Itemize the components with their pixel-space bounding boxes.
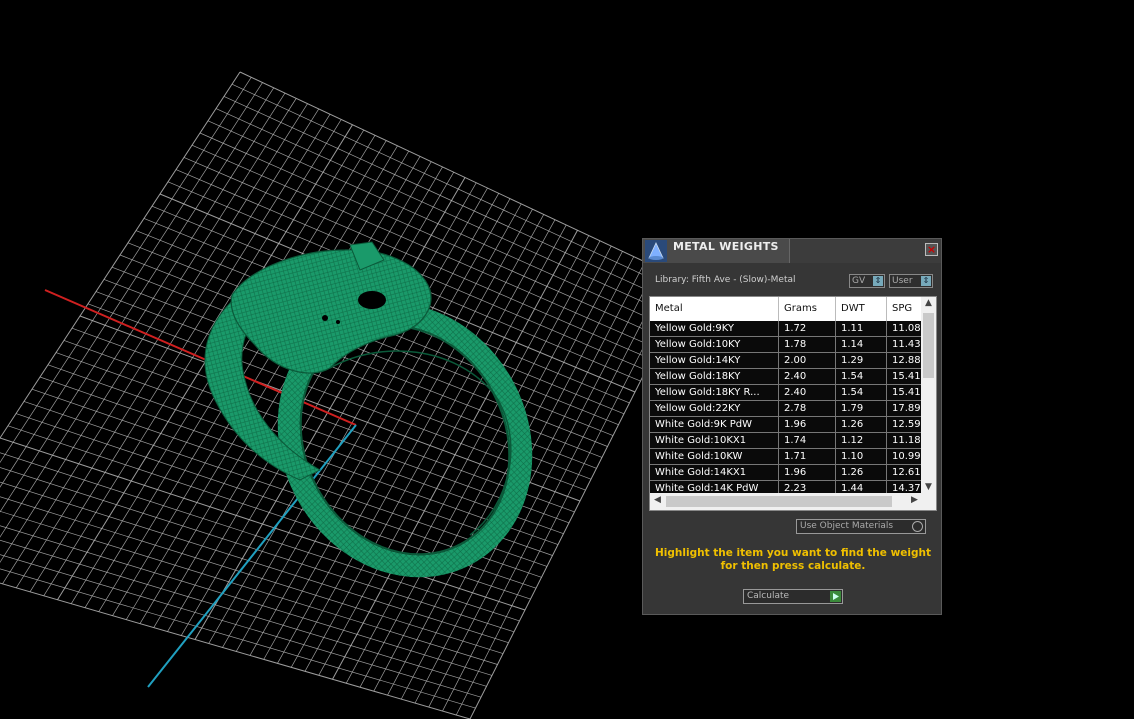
- grams-cell: 1.72: [779, 321, 836, 337]
- dwt-cell: 1.12: [836, 433, 887, 449]
- grid-line: [0, 525, 493, 676]
- grams-cell: 2.40: [779, 369, 836, 385]
- ground-grid: [0, 71, 691, 719]
- metal-cell: White Gold:10KX1: [650, 433, 779, 449]
- gv-dropdown-label: GV: [852, 276, 866, 286]
- close-icon[interactable]: ×: [925, 243, 938, 256]
- dwt-cell: 1.11: [836, 321, 887, 337]
- table-row[interactable]: Yellow Gold:22KY 2.78 1.79 17.89: [650, 401, 922, 417]
- calculate-label: Calculate: [747, 591, 790, 601]
- header-metal[interactable]: Metal: [650, 297, 779, 321]
- hint-text: Highlight the item you want to find the …: [655, 547, 931, 572]
- metal-weights-panel: METAL WEIGHTS × Library: Fifth Ave - (Sl…: [642, 238, 942, 615]
- horizontal-scrollbar[interactable]: ◀ ▶: [650, 493, 936, 510]
- dropdown-arrow-icon: ⇕: [873, 276, 883, 286]
- grams-cell: 1.96: [779, 417, 836, 433]
- metal-cell: Yellow Gold:18KY R...: [650, 385, 779, 401]
- spg-cell: 11.18: [887, 433, 922, 449]
- dwt-cell: 1.79: [836, 401, 887, 417]
- dwt-cell: 1.26: [836, 417, 887, 433]
- table-row[interactable]: White Gold:10KW 1.71 1.10 10.99: [650, 449, 922, 465]
- header-grams[interactable]: Grams: [779, 297, 836, 321]
- spg-cell: 12.88: [887, 353, 922, 369]
- vertical-scrollbar[interactable]: ▲ ▼: [921, 297, 936, 493]
- grams-cell: 2.00: [779, 353, 836, 369]
- table-header: Metal Grams DWT SPG: [650, 297, 922, 321]
- spg-cell: 15.41: [887, 369, 922, 385]
- grams-cell: 2.78: [779, 401, 836, 417]
- table-row[interactable]: Yellow Gold:9KY 1.72 1.11 11.08: [650, 321, 922, 337]
- spg-cell: 17.89: [887, 401, 922, 417]
- user-dropdown[interactable]: User ⇕: [889, 274, 933, 288]
- library-label: Library: Fifth Ave - (Slow)-Metal: [655, 275, 796, 285]
- spg-cell: 10.99: [887, 449, 922, 465]
- grams-cell: 1.96: [779, 465, 836, 481]
- metal-cell: White Gold:14KX1: [650, 465, 779, 481]
- table-row[interactable]: White Gold:10KX1 1.74 1.12 11.18: [650, 433, 922, 449]
- spg-cell: 15.41: [887, 385, 922, 401]
- dwt-cell: 1.10: [836, 449, 887, 465]
- spg-cell: 11.08: [887, 321, 922, 337]
- cone-app-icon: [645, 240, 667, 262]
- metal-cell: Yellow Gold:18KY: [650, 369, 779, 385]
- dwt-cell: 1.44: [836, 481, 887, 493]
- spg-cell: 14.37: [887, 481, 922, 493]
- table-body: Yellow Gold:9KY 1.72 1.11 11.08 Yellow Gold:…: [650, 321, 922, 493]
- scroll-up-icon[interactable]: ▲: [921, 298, 936, 308]
- metal-cell: Yellow Gold:9KY: [650, 321, 779, 337]
- metal-cell: Yellow Gold:14KY: [650, 353, 779, 369]
- scroll-left-icon[interactable]: ◀: [650, 495, 665, 505]
- user-dropdown-label: User: [892, 276, 913, 286]
- grams-cell: 2.23: [779, 481, 836, 493]
- metal-cell: White Gold:10KW: [650, 449, 779, 465]
- metal-cell: Yellow Gold:10KY: [650, 337, 779, 353]
- 3d-viewport[interactable]: [0, 0, 1134, 719]
- table-row[interactable]: Yellow Gold:18KY R... 2.40 1.54 15.41: [650, 385, 922, 401]
- dwt-cell: 1.54: [836, 385, 887, 401]
- ring-model[interactable]: [204, 241, 565, 607]
- use-object-materials-label: Use Object Materials: [800, 521, 894, 531]
- dwt-cell: 1.14: [836, 337, 887, 353]
- header-dwt[interactable]: DWT: [836, 297, 887, 321]
- spg-cell: 12.61: [887, 465, 922, 481]
- dwt-cell: 1.29: [836, 353, 887, 369]
- title-tab: METAL WEIGHTS: [643, 239, 790, 263]
- horizontal-scroll-thumb[interactable]: [666, 496, 892, 507]
- panel-title: METAL WEIGHTS: [673, 240, 779, 253]
- table-row[interactable]: White Gold:9K PdW 1.96 1.26 12.59: [650, 417, 922, 433]
- metal-table[interactable]: Metal Grams DWT SPG Yellow Gold:9KY 1.72 1…: [649, 296, 937, 511]
- spg-cell: 11.43: [887, 337, 922, 353]
- metal-cell: White Gold:9K PdW: [650, 417, 779, 433]
- table-row[interactable]: White Gold:14K PdW 2.23 1.44 14.37: [650, 481, 922, 493]
- z-axis-line: [147, 424, 357, 688]
- dwt-cell: 1.26: [836, 465, 887, 481]
- dropdown-arrow-icon: ⇕: [921, 276, 931, 286]
- table-row[interactable]: Yellow Gold:18KY 2.40 1.54 15.41: [650, 369, 922, 385]
- spg-cell: 12.59: [887, 417, 922, 433]
- metal-cell: Yellow Gold:22KY: [650, 401, 779, 417]
- grams-cell: 1.71: [779, 449, 836, 465]
- table-row[interactable]: Yellow Gold:14KY 2.00 1.29 12.88: [650, 353, 922, 369]
- use-object-materials-toggle[interactable]: Use Object Materials: [796, 519, 926, 534]
- panel-titlebar[interactable]: METAL WEIGHTS ×: [643, 239, 941, 263]
- scroll-down-icon[interactable]: ▼: [921, 482, 936, 492]
- vertical-scroll-thumb[interactable]: [923, 313, 934, 378]
- grams-cell: 1.78: [779, 337, 836, 353]
- grams-cell: 1.74: [779, 433, 836, 449]
- play-icon: [830, 591, 841, 602]
- toggle-indicator-icon: [912, 521, 923, 532]
- dwt-cell: 1.54: [836, 369, 887, 385]
- grams-cell: 2.40: [779, 385, 836, 401]
- gv-dropdown[interactable]: GV ⇕: [849, 274, 885, 288]
- scroll-right-icon[interactable]: ▶: [907, 495, 922, 505]
- metal-cell: White Gold:14K PdW: [650, 481, 779, 493]
- calculate-button[interactable]: Calculate: [743, 589, 843, 604]
- table-row[interactable]: White Gold:14KX1 1.96 1.26 12.61: [650, 465, 922, 481]
- table-row[interactable]: Yellow Gold:10KY 1.78 1.14 11.43: [650, 337, 922, 353]
